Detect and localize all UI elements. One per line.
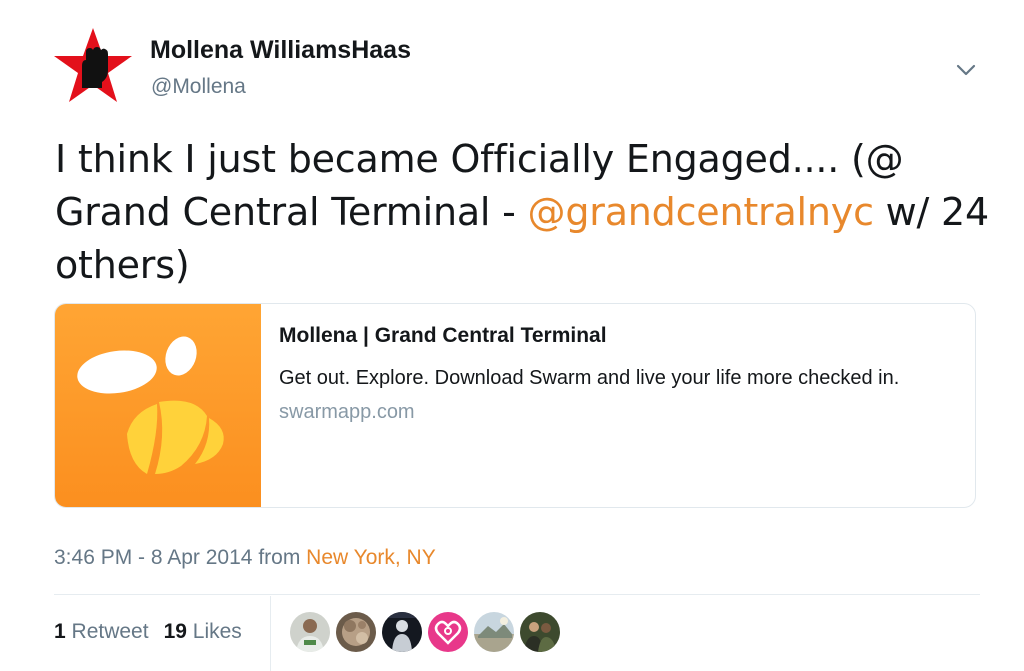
likes-stat[interactable]: 19 Likes (164, 620, 242, 643)
from-label: from (258, 546, 301, 569)
liker-avatar-4[interactable] (428, 612, 468, 652)
divider (54, 594, 980, 595)
stats-separator (270, 596, 271, 671)
card-domain: swarmapp.com (279, 401, 415, 423)
liker-avatar-5[interactable] (474, 612, 514, 652)
liker-avatar-1[interactable] (290, 612, 330, 652)
author-handle[interactable]: @Mollena (151, 75, 246, 99)
tweet-location-link[interactable]: New York, NY (306, 546, 436, 569)
retweets-stat[interactable]: 1 Retweet (54, 620, 149, 643)
chevron-down-icon (956, 64, 976, 76)
tweet-stats: 1 Retweet 19 Likes (54, 620, 242, 644)
card-body: Mollena | Grand Central Terminal Get out… (279, 324, 959, 424)
author-avatar[interactable] (52, 26, 134, 108)
swarm-bee-logo-icon (77, 336, 224, 474)
card-thumbnail (55, 304, 261, 507)
red-star-raised-fist-icon (54, 28, 132, 102)
likes-label: Likes (192, 620, 242, 643)
author-display-name[interactable]: Mollena WilliamsHaas (150, 36, 411, 65)
liker-avatar-2[interactable] (336, 612, 376, 652)
retweets-count: 1 (54, 620, 66, 643)
link-preview-card[interactable]: Mollena | Grand Central Terminal Get out… (54, 303, 976, 508)
liker-avatars (290, 612, 560, 654)
mention-link[interactable]: @grandcentralnyc (528, 190, 874, 234)
likes-count: 19 (163, 620, 187, 643)
tweet-menu-button[interactable] (952, 56, 980, 84)
card-title: Mollena | Grand Central Terminal (279, 324, 607, 347)
tweet-metadata: 3:46 PM - 8 Apr 2014 from New York, NY (54, 546, 436, 570)
liker-avatar-6[interactable] (520, 612, 560, 652)
tweet-text: I think I just became Officially Engaged… (55, 133, 995, 292)
liker-avatar-3[interactable] (382, 612, 422, 652)
card-description: Get out. Explore. Download Swarm and liv… (279, 367, 900, 389)
retweets-label: Retweet (71, 620, 149, 643)
tweet-timestamp[interactable]: 3:46 PM - 8 Apr 2014 (54, 546, 252, 569)
